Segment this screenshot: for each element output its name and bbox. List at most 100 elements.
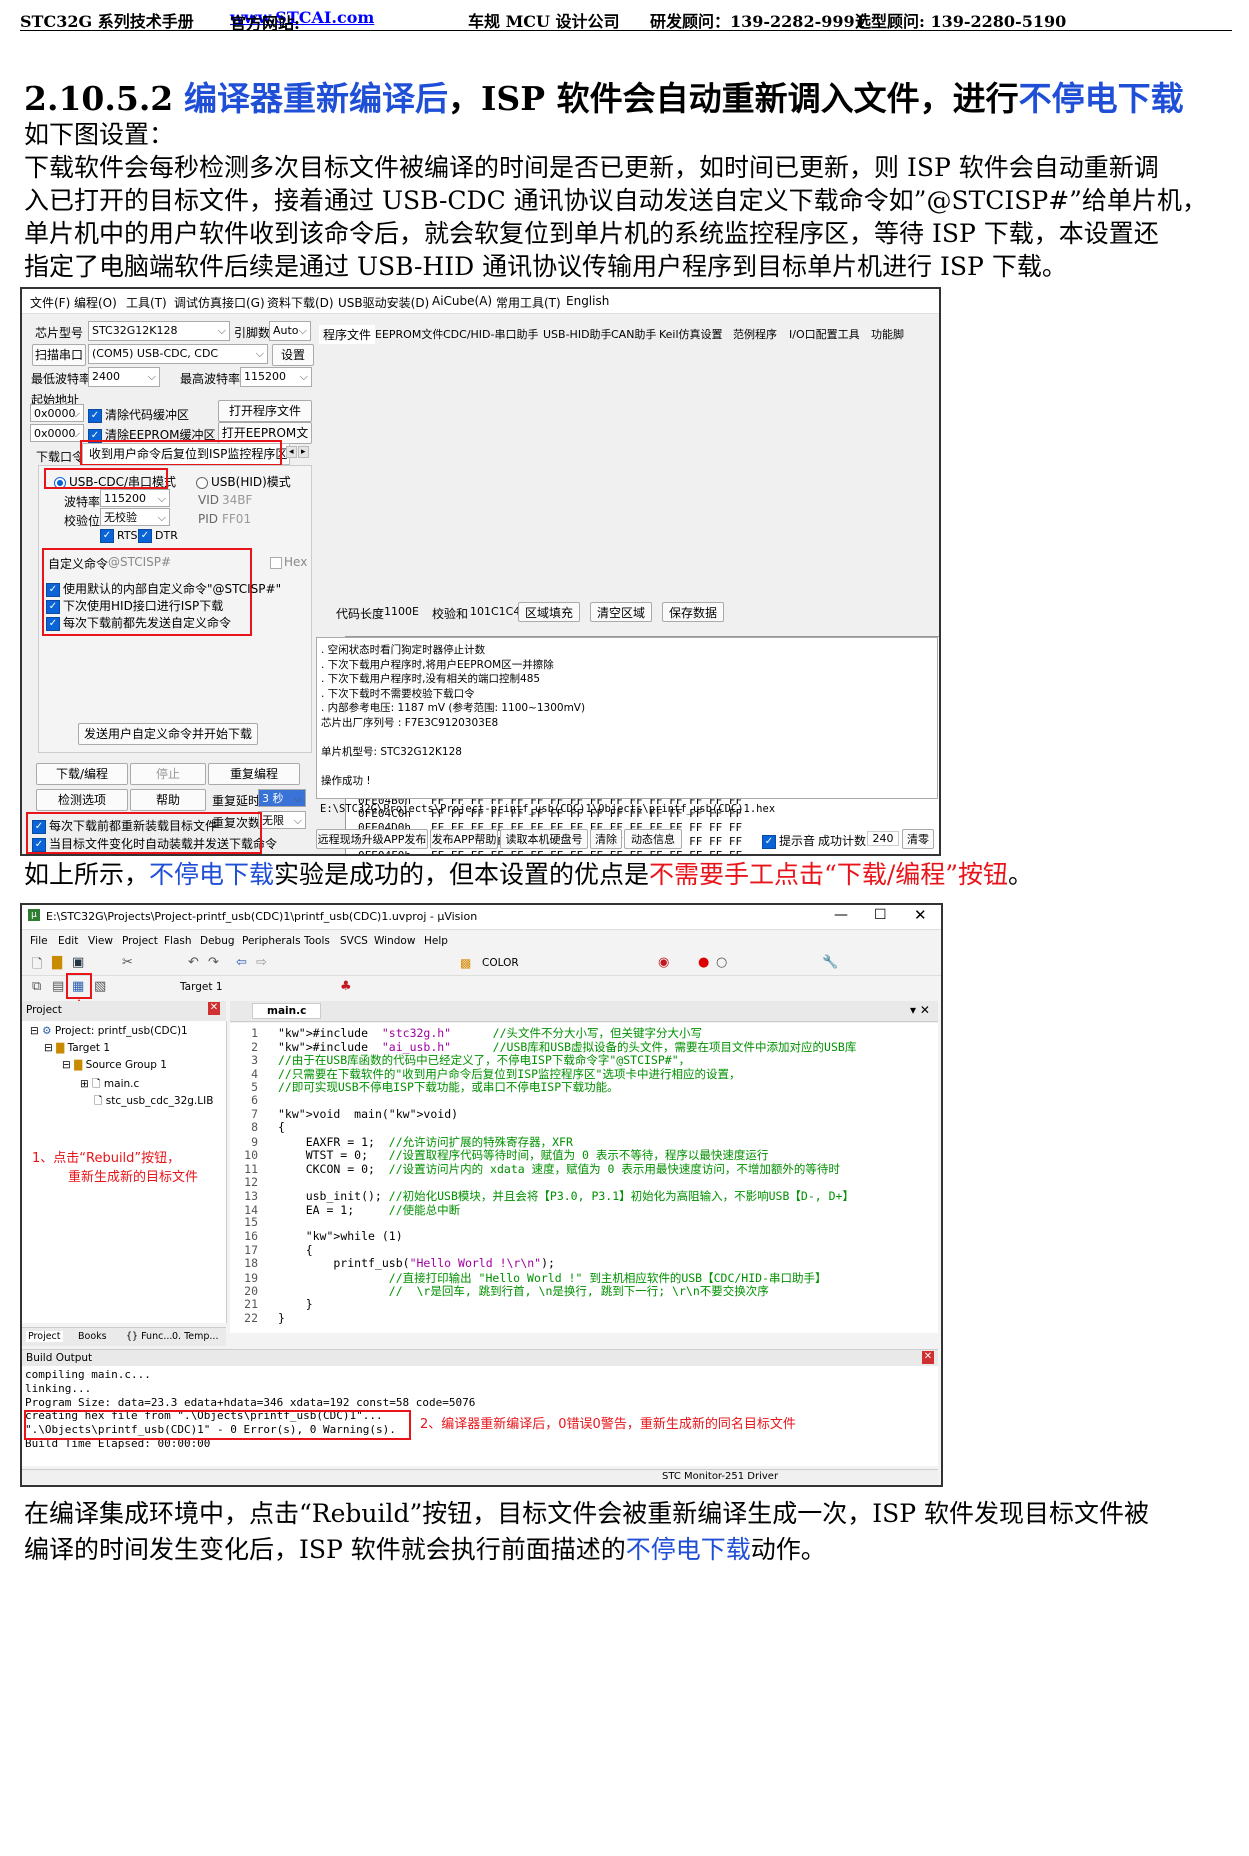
- tab-function-pin[interactable]: 功能脚: [871, 326, 904, 342]
- new-file-icon[interactable]: 🗋: [32, 955, 42, 977]
- tree-main-file[interactable]: ⊞ 🗋 main.c: [80, 1076, 139, 1094]
- tab-download-password[interactable]: 下载口令: [36, 448, 84, 465]
- help-button[interactable]: 帮助: [130, 789, 206, 811]
- tab-usb-hid[interactable]: USB-HID助手: [543, 326, 612, 342]
- opt-hid-check[interactable]: ✓ 下次使用HID接口进行ISP下载: [46, 597, 223, 614]
- keil-menu-window[interactable]: Window: [374, 935, 415, 947]
- delay-select[interactable]: 3 秒: [258, 789, 306, 808]
- editor-close-icon[interactable]: ▾ ✕: [910, 1003, 930, 1017]
- reprogram-button[interactable]: 重复编程: [208, 763, 300, 785]
- open-file-icon[interactable]: ▇: [52, 955, 62, 970]
- keil-menu-file[interactable]: File: [30, 935, 48, 947]
- fill-area-button[interactable]: 区域填充: [518, 602, 580, 622]
- baud-select[interactable]: 115200: [100, 489, 170, 508]
- editor-tab-main[interactable]: main.c: [252, 1003, 322, 1019]
- custom-cmd-value[interactable]: @STCISP#: [108, 555, 171, 569]
- build-output-close-icon[interactable]: ✕: [922, 1351, 934, 1364]
- keil-menu-view[interactable]: View: [88, 935, 113, 947]
- menu-file[interactable]: 文件(F): [30, 294, 70, 311]
- parity-select[interactable]: 无校验: [100, 508, 170, 527]
- target-select[interactable]: Target 1: [180, 981, 223, 993]
- mode-hid-radio[interactable]: USB(HID)模式: [196, 473, 291, 490]
- tab-can[interactable]: CAN助手: [611, 326, 656, 342]
- panel-tab-project[interactable]: Project: [26, 1331, 63, 1342]
- tab-cdc-hid[interactable]: CDC/HID-串口助手: [443, 326, 539, 342]
- keil-menu-flash[interactable]: Flash: [164, 935, 192, 947]
- send-custom-cmd-button[interactable]: 发送用户自定义命令并开始下载: [78, 723, 258, 745]
- open-program-button[interactable]: 打开程序文件: [218, 400, 312, 422]
- hex-check[interactable]: Hex: [270, 555, 307, 569]
- project-panel-close-icon[interactable]: ✕: [208, 1002, 220, 1015]
- nav-back-icon[interactable]: ⇦: [236, 955, 247, 970]
- dtr-check[interactable]: ✓ DTR: [138, 529, 178, 543]
- panel-tab-books[interactable]: Books: [78, 1331, 107, 1342]
- keil-menu-svcs[interactable]: SVCS: [340, 935, 368, 947]
- save-icon[interactable]: ▣: [72, 955, 84, 970]
- cut-icon[interactable]: ✂: [122, 955, 133, 970]
- build-icon[interactable]: ▤: [52, 979, 64, 994]
- tree-project-node[interactable]: ⊟ ⚙ Project: printf_usb(CDC)1: [30, 1025, 188, 1037]
- tab-eeprom[interactable]: EEPROM文件: [375, 326, 443, 342]
- code-editor[interactable]: 1 "kw">#include "stc32g.h" //头文件不分大小写，但关键…: [230, 1023, 938, 1333]
- panel-tab-templates[interactable]: 0. Temp...: [172, 1331, 218, 1342]
- save-data-button[interactable]: 保存数据: [662, 602, 724, 622]
- tab-io-config[interactable]: I/O口配置工具: [789, 326, 860, 342]
- tab-scroll-right-icon[interactable]: ▸: [298, 446, 309, 458]
- check-options-button[interactable]: 检测选项: [36, 789, 128, 811]
- tab-keil[interactable]: Keil仿真设置: [659, 326, 723, 342]
- clear-code-check[interactable]: ✓ 清除代码缓冲区: [88, 406, 189, 423]
- find-combo[interactable]: COLOR: [482, 957, 519, 969]
- menu-aicube[interactable]: AiCube(A): [432, 294, 492, 308]
- port-select[interactable]: (COM5) USB-CDC, CDC: [88, 344, 268, 364]
- addr-input-2[interactable]: 0x0000: [30, 424, 84, 443]
- settings-button[interactable]: 设置: [272, 344, 314, 366]
- opt-send-cmd-check[interactable]: ✓ 每次下载前都先发送自定义命令: [46, 614, 231, 631]
- undo-icon[interactable]: ↶: [188, 955, 199, 970]
- debug-icon[interactable]: ◉: [658, 955, 669, 970]
- menu-debug[interactable]: 调试仿真接口(G): [174, 294, 265, 311]
- menu-common[interactable]: 常用工具(T): [496, 294, 561, 311]
- config-icon[interactable]: 🔧: [822, 955, 838, 970]
- count-select[interactable]: 无限: [258, 811, 306, 830]
- app-help-button[interactable]: 发布APP帮助: [430, 829, 498, 849]
- addr-input-1[interactable]: 0x0000: [30, 404, 84, 423]
- read-disk-button[interactable]: 读取本机硬盘号: [500, 829, 588, 849]
- max-baud-select[interactable]: 115200: [240, 367, 312, 387]
- reset-count-button[interactable]: 清零: [902, 829, 934, 849]
- keil-menu-tools[interactable]: Tools: [304, 935, 330, 947]
- tree-lib-file[interactable]: 🗋 stc_usb_cdc_32g.LIB: [94, 1093, 213, 1111]
- chip-select[interactable]: STC32G12K128: [88, 321, 230, 341]
- panel-tab-functions[interactable]: {} Func...: [126, 1331, 172, 1342]
- breakpoint-disable-icon[interactable]: ○: [716, 955, 727, 970]
- nav-forward-icon[interactable]: ⇨: [256, 955, 267, 970]
- min-baud-select[interactable]: 2400: [88, 367, 160, 387]
- download-button[interactable]: 下载/编程: [36, 763, 128, 785]
- keil-menu-debug[interactable]: Debug: [200, 935, 235, 947]
- tree-group-node[interactable]: ⊟ ▇ Source Group 1: [62, 1059, 167, 1071]
- find-icon[interactable]: ▩: [460, 956, 471, 970]
- rts-check[interactable]: ✓ RTS: [100, 529, 138, 543]
- menu-english[interactable]: English: [566, 294, 609, 308]
- breakpoint-icon[interactable]: ●: [698, 955, 709, 970]
- tab-examples[interactable]: 范例程序: [733, 326, 777, 342]
- menu-download[interactable]: 资料下载(D): [267, 294, 334, 311]
- maximize-icon[interactable]: ☐: [874, 907, 887, 923]
- redo-icon[interactable]: ↷: [208, 955, 219, 970]
- keil-menu-help[interactable]: Help: [424, 935, 448, 947]
- keil-menu-peripherals[interactable]: Peripherals: [242, 935, 301, 947]
- stop-button[interactable]: 停止: [130, 763, 206, 785]
- dynamic-info-button[interactable]: 动态信息: [624, 829, 682, 849]
- keil-menu-project[interactable]: Project: [122, 935, 158, 947]
- menu-usb[interactable]: USB驱动安装(D): [338, 294, 429, 311]
- pin-select[interactable]: Auto: [269, 321, 311, 341]
- batch-build-icon[interactable]: ▧: [94, 979, 106, 994]
- manage-icon[interactable]: ♣: [340, 979, 352, 994]
- scan-port-button[interactable]: 扫描串口: [32, 344, 86, 366]
- clear-log-button[interactable]: 清除: [590, 829, 622, 849]
- menu-tools[interactable]: 工具(T): [126, 294, 167, 311]
- tab-program-file[interactable]: 程序文件: [319, 325, 376, 344]
- minimize-icon[interactable]: —: [834, 907, 848, 923]
- clear-area-button[interactable]: 清空区域: [590, 602, 652, 622]
- tab-scroll-left-icon[interactable]: ◂: [286, 446, 297, 458]
- close-icon[interactable]: ✕: [914, 906, 927, 924]
